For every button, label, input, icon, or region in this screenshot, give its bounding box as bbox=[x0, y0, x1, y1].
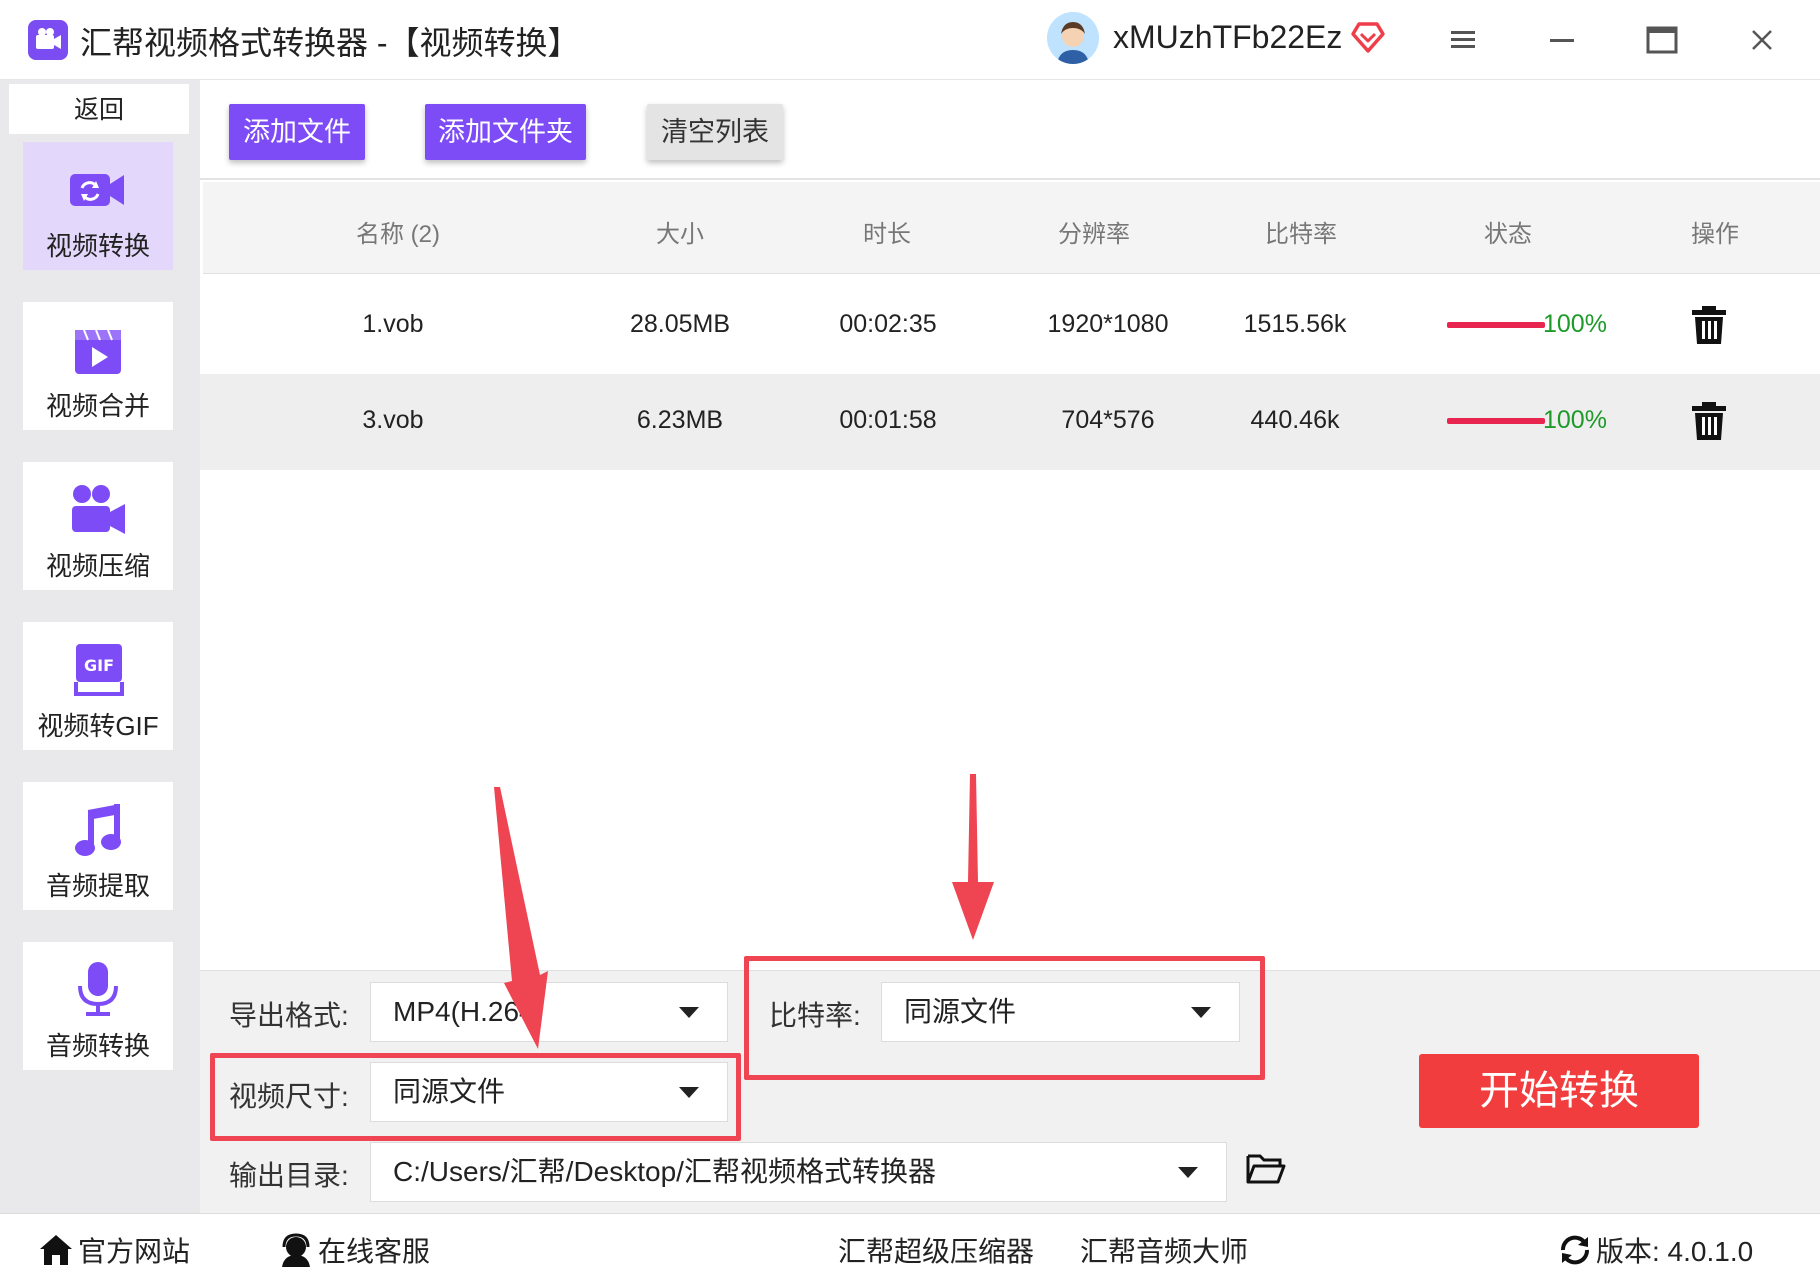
delete-icon[interactable] bbox=[1692, 402, 1726, 445]
support-link[interactable]: 在线客服 bbox=[278, 1230, 430, 1274]
output-dir-select[interactable]: C:/Users/汇帮/Desktop/汇帮视频格式转换器 bbox=[370, 1142, 1227, 1202]
sidebar-item-label: 视频转GIF bbox=[37, 711, 159, 741]
title-bar: 汇帮视频格式转换器 -【视频转换】 xMUzhTFb22Ez bbox=[0, 0, 1820, 80]
file-bitrate: 1515.56k bbox=[1243, 310, 1347, 338]
video-merge-icon bbox=[68, 322, 128, 378]
progress-bar bbox=[1447, 322, 1545, 328]
chevron-down-icon bbox=[1178, 1167, 1198, 1178]
version-label: 版本: 4.0.1.0 bbox=[1596, 1236, 1754, 1267]
table-header: 名称 (2) 大小 时长 分辨率 比特率 状态 操作 bbox=[203, 182, 1820, 274]
toolbar: 添加文件 添加文件夹 清空列表 bbox=[200, 80, 1820, 180]
file-name: 3.vob bbox=[362, 406, 424, 434]
video-compress-icon bbox=[68, 482, 128, 538]
refresh-icon bbox=[1558, 1233, 1592, 1274]
column-header[interactable]: 名称 (2) bbox=[323, 214, 473, 249]
arrow-annotation bbox=[494, 787, 548, 1049]
vip-diamond-icon[interactable] bbox=[1350, 20, 1386, 59]
output-dir-label: 输出目录: bbox=[229, 1160, 349, 1191]
website-link[interactable]: 官方网站 bbox=[38, 1230, 190, 1274]
file-size: 28.05MB bbox=[629, 310, 731, 338]
progress-bar bbox=[1447, 418, 1545, 424]
sidebar-item-video-merge[interactable]: 视频合并 bbox=[23, 302, 173, 430]
back-button[interactable]: 返回 bbox=[9, 84, 189, 134]
status-bar: 官方网站 在线客服 汇帮超级压缩器 汇帮音频大师 版本: 4.0.1.0 bbox=[0, 1213, 1820, 1280]
avatar[interactable] bbox=[1047, 12, 1099, 64]
microphone-icon bbox=[68, 962, 128, 1018]
website-label: 官方网站 bbox=[78, 1236, 191, 1267]
clear-list-button[interactable]: 清空列表 bbox=[647, 104, 783, 160]
column-header: 时长 bbox=[863, 221, 911, 248]
file-name: 1.vob bbox=[362, 310, 424, 338]
app-logo-icon bbox=[28, 20, 68, 60]
highlight-box-bitrate bbox=[744, 956, 1265, 1080]
file-duration: 00:02:35 bbox=[839, 310, 937, 338]
menu-icon[interactable] bbox=[1441, 18, 1485, 62]
sidebar-item-label: 音频提取 bbox=[45, 871, 150, 901]
folder-open-icon[interactable] bbox=[1246, 1152, 1286, 1191]
output-dir-value: C:/Users/汇帮/Desktop/汇帮视频格式转换器 bbox=[393, 1156, 936, 1187]
version-info[interactable]: 版本: 4.0.1.0 bbox=[1558, 1230, 1753, 1274]
headset-icon bbox=[278, 1233, 314, 1274]
sidebar-item-video-gif[interactable]: GIF 视频转GIF bbox=[23, 622, 173, 750]
gif-icon: GIF bbox=[68, 642, 128, 698]
highlight-box-size bbox=[210, 1053, 741, 1141]
video-convert-icon bbox=[68, 162, 128, 218]
sidebar-item-video-convert[interactable]: 视频转换 bbox=[23, 142, 173, 270]
arrow-annotation bbox=[952, 774, 994, 940]
column-header: 状态 bbox=[1484, 221, 1532, 248]
sidebar-item-label: 视频压缩 bbox=[45, 551, 150, 581]
file-resolution: 704*576 bbox=[1061, 406, 1155, 434]
username[interactable]: xMUzhTFb22Ez bbox=[1113, 19, 1342, 56]
table-row[interactable]: 1.vob 28.05MB 00:02:35 1920*1080 1515.56… bbox=[200, 278, 1820, 374]
table-row[interactable]: 3.vob 6.23MB 00:01:58 704*576 440.46k 10… bbox=[200, 374, 1820, 470]
sidebar-item-audio-convert[interactable]: 音频转换 bbox=[23, 942, 173, 1070]
close-icon[interactable] bbox=[1740, 18, 1784, 62]
progress-text: 100% bbox=[1543, 310, 1607, 338]
music-note-icon bbox=[68, 802, 128, 858]
progress-text: 100% bbox=[1543, 406, 1607, 434]
window-title: 汇帮视频格式转换器 -【视频转换】 bbox=[80, 25, 580, 61]
start-convert-button[interactable]: 开始转换 bbox=[1419, 1054, 1699, 1128]
sidebar-item-video-compress[interactable]: 视频压缩 bbox=[23, 462, 173, 590]
sidebar-item-audio-extract[interactable]: 音频提取 bbox=[23, 782, 173, 910]
column-header: 比特率 bbox=[1265, 221, 1337, 248]
file-duration: 00:01:58 bbox=[839, 406, 937, 434]
file-bitrate: 440.46k bbox=[1250, 406, 1340, 434]
maximize-icon[interactable] bbox=[1640, 18, 1684, 62]
column-header: 大小 bbox=[656, 221, 704, 248]
format-label: 导出格式: bbox=[229, 1000, 349, 1031]
sidebar-item-label: 视频转换 bbox=[45, 231, 150, 261]
file-size: 6.23MB bbox=[636, 406, 724, 434]
file-resolution: 1920*1080 bbox=[1047, 310, 1169, 338]
add-file-button[interactable]: 添加文件 bbox=[229, 104, 365, 160]
delete-icon[interactable] bbox=[1692, 306, 1726, 349]
support-label: 在线客服 bbox=[318, 1236, 431, 1267]
column-header: 操作 bbox=[1691, 221, 1739, 248]
sidebar-item-label: 音频转换 bbox=[45, 1031, 150, 1061]
sidebar-item-label: 视频合并 bbox=[45, 391, 150, 421]
sidebar: 返回 视频转换 视频合并 视频压缩 GIF 视频转GIF 音频提取 音频转换 bbox=[0, 80, 200, 1213]
home-icon bbox=[38, 1233, 74, 1274]
chevron-down-icon bbox=[679, 1007, 699, 1018]
compressor-link[interactable]: 汇帮超级压缩器 bbox=[838, 1230, 1034, 1270]
minimize-icon[interactable] bbox=[1540, 18, 1584, 62]
svg-text:GIF: GIF bbox=[84, 656, 114, 675]
add-folder-button[interactable]: 添加文件夹 bbox=[425, 104, 586, 160]
column-header: 分辨率 bbox=[1058, 221, 1130, 248]
audio-master-link[interactable]: 汇帮音频大师 bbox=[1080, 1230, 1248, 1270]
